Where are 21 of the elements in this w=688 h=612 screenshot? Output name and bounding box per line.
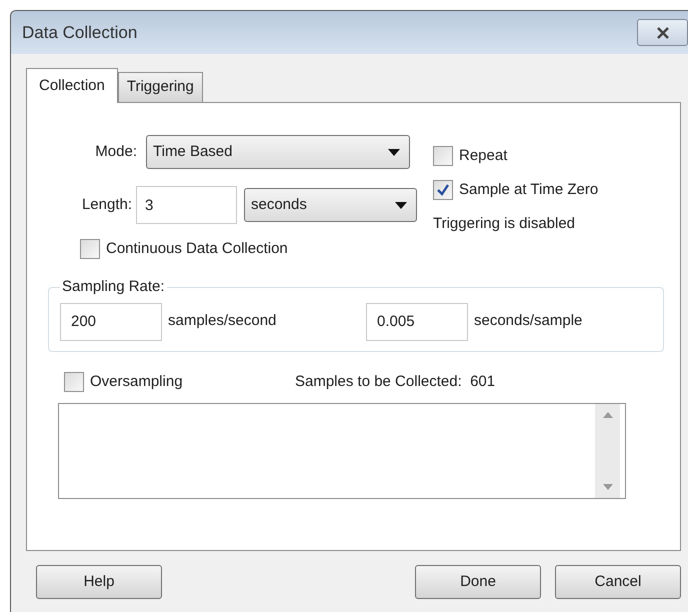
dialog-button[interactable]: Cancel <box>555 565 681 599</box>
tab[interactable]: Collection <box>26 68 118 103</box>
unit-dropdown[interactable]: seconds <box>244 188 417 222</box>
rate-field[interactable]: 0.005 <box>366 302 468 340</box>
checkbox-label[interactable]: Sample at Time Zero <box>459 178 598 201</box>
checkbox-label[interactable]: Repeat <box>459 145 508 168</box>
unit-label: seconds/sample <box>474 311 582 332</box>
triggering-status: Triggering is disabled <box>433 214 576 234</box>
window-title: Data Collection <box>22 22 138 44</box>
checkbox-label[interactable]: Continuous Data Collection <box>106 238 288 260</box>
samples-count: Samples to be Collected: 601 <box>295 372 496 392</box>
unit-label: samples/second <box>168 311 276 332</box>
tab[interactable]: Triggering <box>118 72 203 102</box>
mode-dropdown[interactable]: Time Based <box>146 135 410 169</box>
length-field[interactable]: 3 <box>136 186 237 224</box>
dialog-button[interactable]: Help <box>36 565 162 599</box>
rate-field[interactable]: 200 <box>60 302 162 340</box>
dialog-button[interactable]: Done <box>415 565 541 599</box>
length-label: Length: <box>80 194 132 215</box>
mode-label: Mode: <box>94 142 137 162</box>
checkbox-label[interactable]: Oversampling <box>90 370 183 393</box>
